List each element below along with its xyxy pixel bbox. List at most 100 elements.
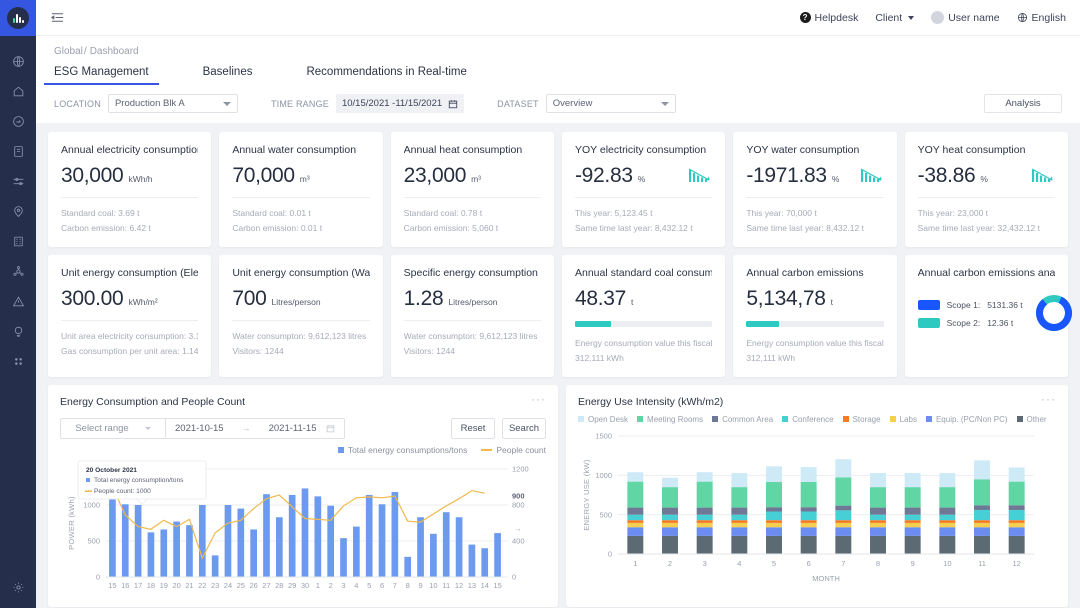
- legend-item-total-energy[interactable]: Total energy consumptions/tons: [337, 445, 467, 455]
- sidebar-item-gauge[interactable]: [0, 106, 36, 136]
- kpi-title: Annual carbon emissions: [746, 266, 864, 279]
- topbar: ? Helpdesk Client User name English: [36, 0, 1080, 36]
- legend-item-labs[interactable]: Labs: [889, 414, 917, 424]
- sidebar-item-documents[interactable]: [0, 136, 36, 166]
- sidebar-item-apps[interactable]: [0, 346, 36, 376]
- panel-energy-use-intensity: Energy Use Intensity (kWh/m2) ··· Open D…: [566, 384, 1068, 607]
- svg-text:400: 400: [512, 536, 525, 545]
- location-select[interactable]: Production Blk A: [107, 94, 238, 113]
- kpi-sub-1: This year: 23,000 t: [917, 208, 989, 218]
- time-range-picker[interactable]: 10/15/2021 -11/15/2021: [335, 94, 465, 113]
- svg-text:9: 9: [911, 559, 915, 568]
- sidebar-item-network[interactable]: [0, 256, 36, 286]
- legend-item-conference[interactable]: Conference: [782, 415, 834, 424]
- svg-text:15: 15: [108, 581, 116, 590]
- helpdesk-button[interactable]: ? Helpdesk: [799, 12, 858, 24]
- dashboard-content: Annual electricity consumption 30,000 kW…: [36, 123, 1080, 608]
- kpi-sub-2: Same time last year: 32,432.12 t: [917, 222, 1041, 233]
- svg-text:7: 7: [393, 581, 397, 590]
- date-range-group: Select range 2021-10-15 → 2021-11-15: [60, 417, 345, 439]
- time-range-value: 10/15/2021 -11/15/2021: [341, 98, 443, 109]
- legend-label: People count: [496, 444, 546, 455]
- legend-item-open-desk[interactable]: Open Desk: [578, 415, 628, 424]
- document-icon: [12, 145, 25, 158]
- svg-text:20 October 2021: 20 October 2021: [86, 467, 137, 474]
- select-range-dropdown[interactable]: Select range: [61, 419, 165, 438]
- range-arrow-icon: →: [241, 423, 251, 433]
- energy-use-intensity-chart[interactable]: 050010001500ENERGY USE (kW)1 2 3 4 5 6 7 8 9 10 11…: [578, 424, 1046, 594]
- tab-baselines[interactable]: Baselines: [203, 66, 253, 85]
- panel-menu-icon[interactable]: ···: [531, 392, 546, 404]
- kpi-title: Annual water consumption: [232, 144, 357, 156]
- kpi-title: YOY water consumption: [746, 144, 860, 156]
- app-logo[interactable]: [0, 0, 36, 36]
- energy-people-chart[interactable]: 05001000150004008001200900POWER (kWh)151…: [60, 455, 548, 607]
- legend-item-equip-pc-non-pc[interactable]: Equip. (PC/Non PC): [925, 415, 1008, 424]
- kpi-value: 300.00: [61, 286, 124, 310]
- kpi-sub-1: Standard coal: 3.69 t: [61, 208, 140, 218]
- divider: [917, 197, 1055, 198]
- svg-text:4: 4: [354, 581, 358, 590]
- svg-text:19: 19: [160, 581, 168, 590]
- sidebar-item-location[interactable]: [0, 196, 36, 226]
- dataset-select[interactable]: Overview: [545, 94, 676, 113]
- filter-bar: LOCATION Production Blk A TIME RANGE 10/…: [54, 85, 1062, 123]
- kpi-sub-1: Water consumpton: 9,612,123 litres: [232, 330, 367, 341]
- kpi-card-annual-heat: Annual heat consumption 23,000 m³ Standa…: [390, 132, 554, 247]
- user-menu[interactable]: User name: [931, 11, 1000, 24]
- language-selector[interactable]: English: [1017, 12, 1066, 24]
- svg-text:MONTH: MONTH: [812, 574, 840, 583]
- breadcrumb-root[interactable]: Global: [54, 46, 83, 57]
- kpi-title: Annual carbon emissions analysis: [917, 266, 1055, 279]
- client-selector[interactable]: Client: [875, 12, 915, 24]
- legend-label: Meeting Rooms: [647, 414, 704, 424]
- kpi-title: Annual electricity consumption: [61, 144, 199, 156]
- sidebar-item-controls[interactable]: [0, 166, 36, 196]
- kpi-card-yoy-heat: YOY heat consumption -38.86 % This year:…: [904, 132, 1068, 247]
- collapse-menu-icon[interactable]: [50, 10, 65, 25]
- calendar-icon[interactable]: [326, 419, 344, 438]
- legend-item-common-area[interactable]: Common Area: [712, 415, 773, 424]
- divider: [61, 197, 199, 198]
- kpi-sub-2: Same time last year: 8,432.12 t: [574, 222, 693, 233]
- sidebar-item-building[interactable]: [0, 226, 36, 256]
- globe-icon: [12, 55, 25, 68]
- sidebar-item-settings[interactable]: [0, 572, 36, 602]
- sidebar: [0, 0, 36, 608]
- panel-title: Energy Use Intensity (kWh/m2): [578, 395, 724, 408]
- chevron-down-icon: [222, 101, 231, 106]
- search-button[interactable]: Search: [502, 417, 546, 439]
- sidebar-item-alerts[interactable]: [0, 286, 36, 316]
- language-label: English: [1031, 11, 1066, 24]
- sidebar-item-insights[interactable]: [0, 316, 36, 346]
- tab-recommendations[interactable]: Recommendations in Real-time: [306, 66, 466, 85]
- dashboard-gauge-icon: [12, 115, 25, 128]
- breadcrumb: Global/Dashboard: [54, 46, 1062, 57]
- divider: [232, 319, 370, 321]
- kpi-sub-1: Standard coal: 0.78 t: [403, 208, 483, 218]
- analysis-button[interactable]: Analysis: [984, 94, 1062, 113]
- sidebar-item-home[interactable]: [0, 76, 36, 106]
- date-from-input[interactable]: 2021-10-15: [166, 419, 233, 438]
- legend-item-other[interactable]: Other: [1016, 415, 1047, 424]
- divider: [403, 319, 541, 321]
- svg-text:7: 7: [841, 559, 845, 568]
- tab-esg-management[interactable]: ESG Management: [44, 66, 159, 85]
- panel-menu-icon[interactable]: ···: [1041, 392, 1056, 404]
- reset-button[interactable]: Reset: [451, 417, 495, 439]
- donut-legend: Scope 1: 5131.36 t Scope 2: 12.36 t: [917, 300, 1023, 329]
- legend-label: Labs: [899, 414, 917, 424]
- legend-item-meeting-rooms[interactable]: Meeting Rooms: [637, 415, 703, 424]
- sparkline-icon: [1031, 166, 1055, 186]
- sidebar-item-globe[interactable]: [0, 46, 36, 76]
- legend-item-people-count[interactable]: People count: [481, 445, 546, 455]
- svg-text:26: 26: [249, 581, 257, 590]
- kpi-value: -1971.83: [746, 164, 827, 187]
- legend-item-storage[interactable]: Storage: [842, 415, 881, 424]
- kpi-unit: %: [980, 174, 988, 184]
- svg-text:17: 17: [134, 581, 142, 590]
- date-to-input[interactable]: 2021-11-15: [260, 419, 326, 438]
- user-name-label: User name: [948, 11, 1000, 24]
- building-icon: [12, 235, 25, 248]
- divider: [61, 319, 199, 321]
